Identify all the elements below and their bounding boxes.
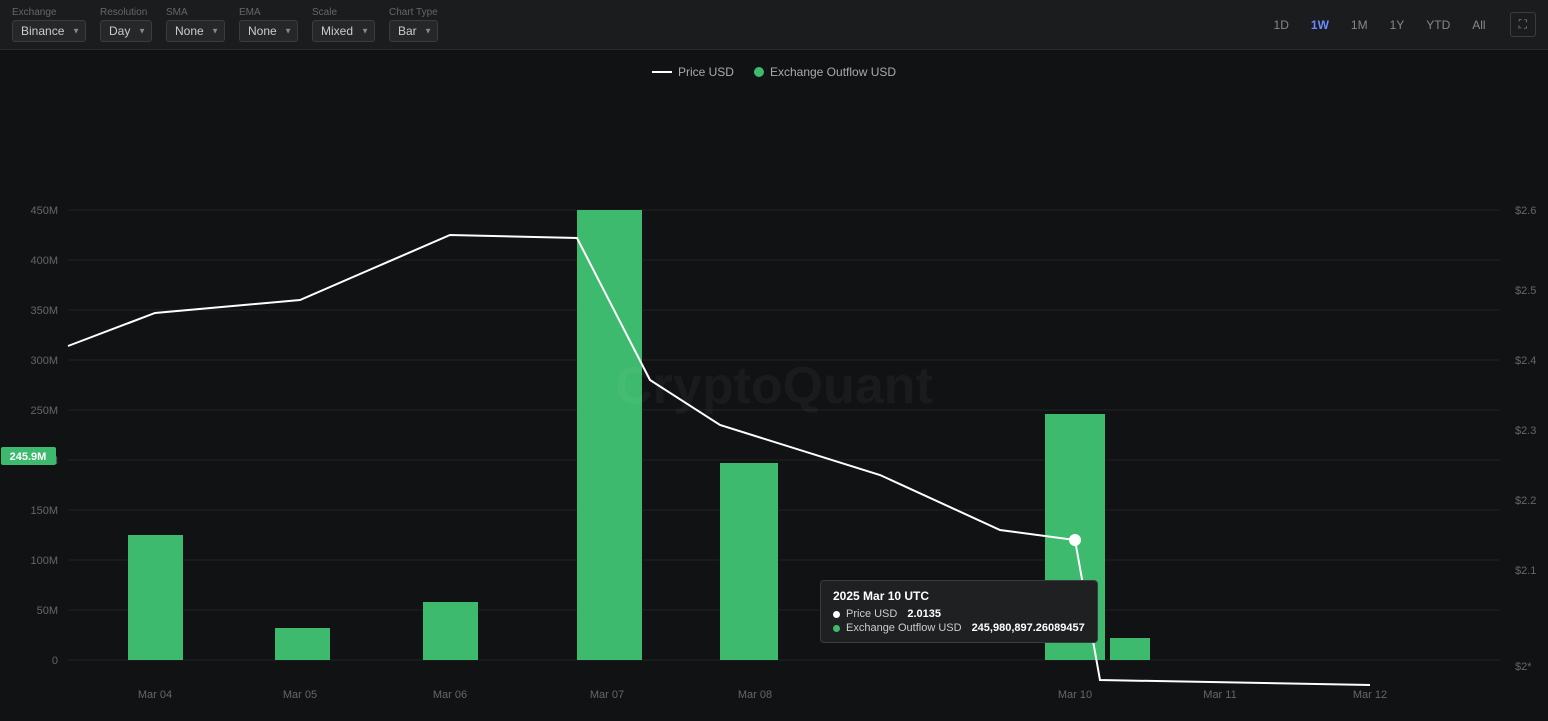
toolbar: Exchange Binance Resolution Day SMA None… bbox=[0, 0, 1548, 50]
resolution-select-wrapper: Day bbox=[100, 20, 152, 42]
bar-mar04 bbox=[128, 535, 183, 660]
chart-type-label: Chart Type bbox=[389, 7, 438, 18]
svg-text:Mar 06: Mar 06 bbox=[433, 689, 467, 701]
svg-text:Mar 08: Mar 08 bbox=[738, 689, 772, 701]
ema-label: EMA bbox=[239, 7, 261, 18]
svg-text:400M: 400M bbox=[30, 255, 58, 267]
svg-text:450M: 450M bbox=[30, 205, 58, 217]
time-all[interactable]: All bbox=[1462, 14, 1495, 36]
bar-mar05 bbox=[275, 628, 330, 660]
svg-text:$2*: $2* bbox=[1515, 661, 1532, 673]
chart-svg: 450M 400M 350M 300M 250M 200M 150M 100M … bbox=[0, 50, 1548, 721]
time-1d[interactable]: 1D bbox=[1264, 14, 1299, 36]
svg-text:$2.4: $2.4 bbox=[1515, 355, 1536, 367]
svg-text:Mar 11: Mar 11 bbox=[1203, 689, 1236, 701]
scale-label: Scale bbox=[312, 7, 337, 18]
time-1m[interactable]: 1M bbox=[1341, 14, 1378, 36]
sma-select-wrapper: None bbox=[166, 20, 225, 42]
ema-select[interactable]: None bbox=[239, 20, 298, 42]
scale-group: Scale Mixed bbox=[312, 7, 375, 42]
svg-text:50M: 50M bbox=[37, 605, 58, 617]
legend-outflow-label: Exchange Outflow USD bbox=[770, 65, 896, 79]
legend-outflow: Exchange Outflow USD bbox=[754, 65, 896, 79]
svg-text:Mar 10: Mar 10 bbox=[1058, 689, 1092, 701]
svg-text:350M: 350M bbox=[30, 305, 58, 317]
legend: Price USD Exchange Outflow USD bbox=[652, 65, 896, 79]
ema-group: EMA None bbox=[239, 7, 298, 42]
svg-text:0: 0 bbox=[52, 655, 58, 667]
chart-area: Price USD Exchange Outflow USD CryptoQua… bbox=[0, 50, 1548, 721]
sma-group: SMA None bbox=[166, 7, 225, 42]
svg-text:Mar 05: Mar 05 bbox=[283, 689, 317, 701]
legend-price: Price USD bbox=[652, 65, 734, 79]
exchange-group: Exchange Binance bbox=[12, 7, 86, 42]
chart-type-select-wrapper: Bar bbox=[389, 20, 438, 42]
svg-text:$2.2: $2.2 bbox=[1515, 495, 1536, 507]
legend-price-label: Price USD bbox=[678, 65, 734, 79]
chart-type-select[interactable]: Bar bbox=[389, 20, 438, 42]
bar-mar06 bbox=[423, 602, 478, 660]
sma-select[interactable]: None bbox=[166, 20, 225, 42]
legend-outflow-dot bbox=[754, 67, 764, 77]
svg-text:245.9M: 245.9M bbox=[10, 451, 47, 463]
svg-text:Mar 04: Mar 04 bbox=[138, 689, 172, 701]
bar-mar07-large bbox=[577, 210, 642, 660]
scale-select[interactable]: Mixed bbox=[312, 20, 375, 42]
scale-select-wrapper: Mixed bbox=[312, 20, 375, 42]
svg-text:Mar 12: Mar 12 bbox=[1353, 689, 1387, 701]
legend-price-line bbox=[652, 71, 672, 73]
sma-label: SMA bbox=[166, 7, 188, 18]
svg-text:300M: 300M bbox=[30, 355, 58, 367]
ema-select-wrapper: None bbox=[239, 20, 298, 42]
svg-text:$2.3: $2.3 bbox=[1515, 425, 1536, 437]
price-dot-mar10 bbox=[1070, 535, 1080, 545]
svg-text:Mar 07: Mar 07 bbox=[590, 689, 624, 701]
time-ytd[interactable]: YTD bbox=[1416, 14, 1460, 36]
chart-type-group: Chart Type Bar bbox=[389, 7, 438, 42]
svg-text:100M: 100M bbox=[30, 555, 58, 567]
exchange-label: Exchange bbox=[12, 7, 56, 18]
exchange-select[interactable]: Binance bbox=[12, 20, 86, 42]
svg-text:150M: 150M bbox=[30, 505, 58, 517]
bar-mar10-small bbox=[1110, 638, 1150, 660]
resolution-label: Resolution bbox=[100, 7, 147, 18]
svg-text:$2.6: $2.6 bbox=[1515, 205, 1536, 217]
time-1y[interactable]: 1Y bbox=[1380, 14, 1415, 36]
resolution-group: Resolution Day bbox=[100, 7, 152, 42]
resolution-select[interactable]: Day bbox=[100, 20, 152, 42]
time-1w[interactable]: 1W bbox=[1301, 14, 1339, 36]
svg-text:$2.5: $2.5 bbox=[1515, 285, 1536, 297]
expand-button[interactable]: ⛶ bbox=[1510, 12, 1536, 37]
time-buttons: 1D 1W 1M 1Y YTD All bbox=[1264, 14, 1496, 36]
svg-text:$2.1: $2.1 bbox=[1515, 565, 1536, 577]
bar-mar08 bbox=[720, 463, 778, 660]
svg-text:250M: 250M bbox=[30, 405, 58, 417]
exchange-select-wrapper: Binance bbox=[12, 20, 86, 42]
